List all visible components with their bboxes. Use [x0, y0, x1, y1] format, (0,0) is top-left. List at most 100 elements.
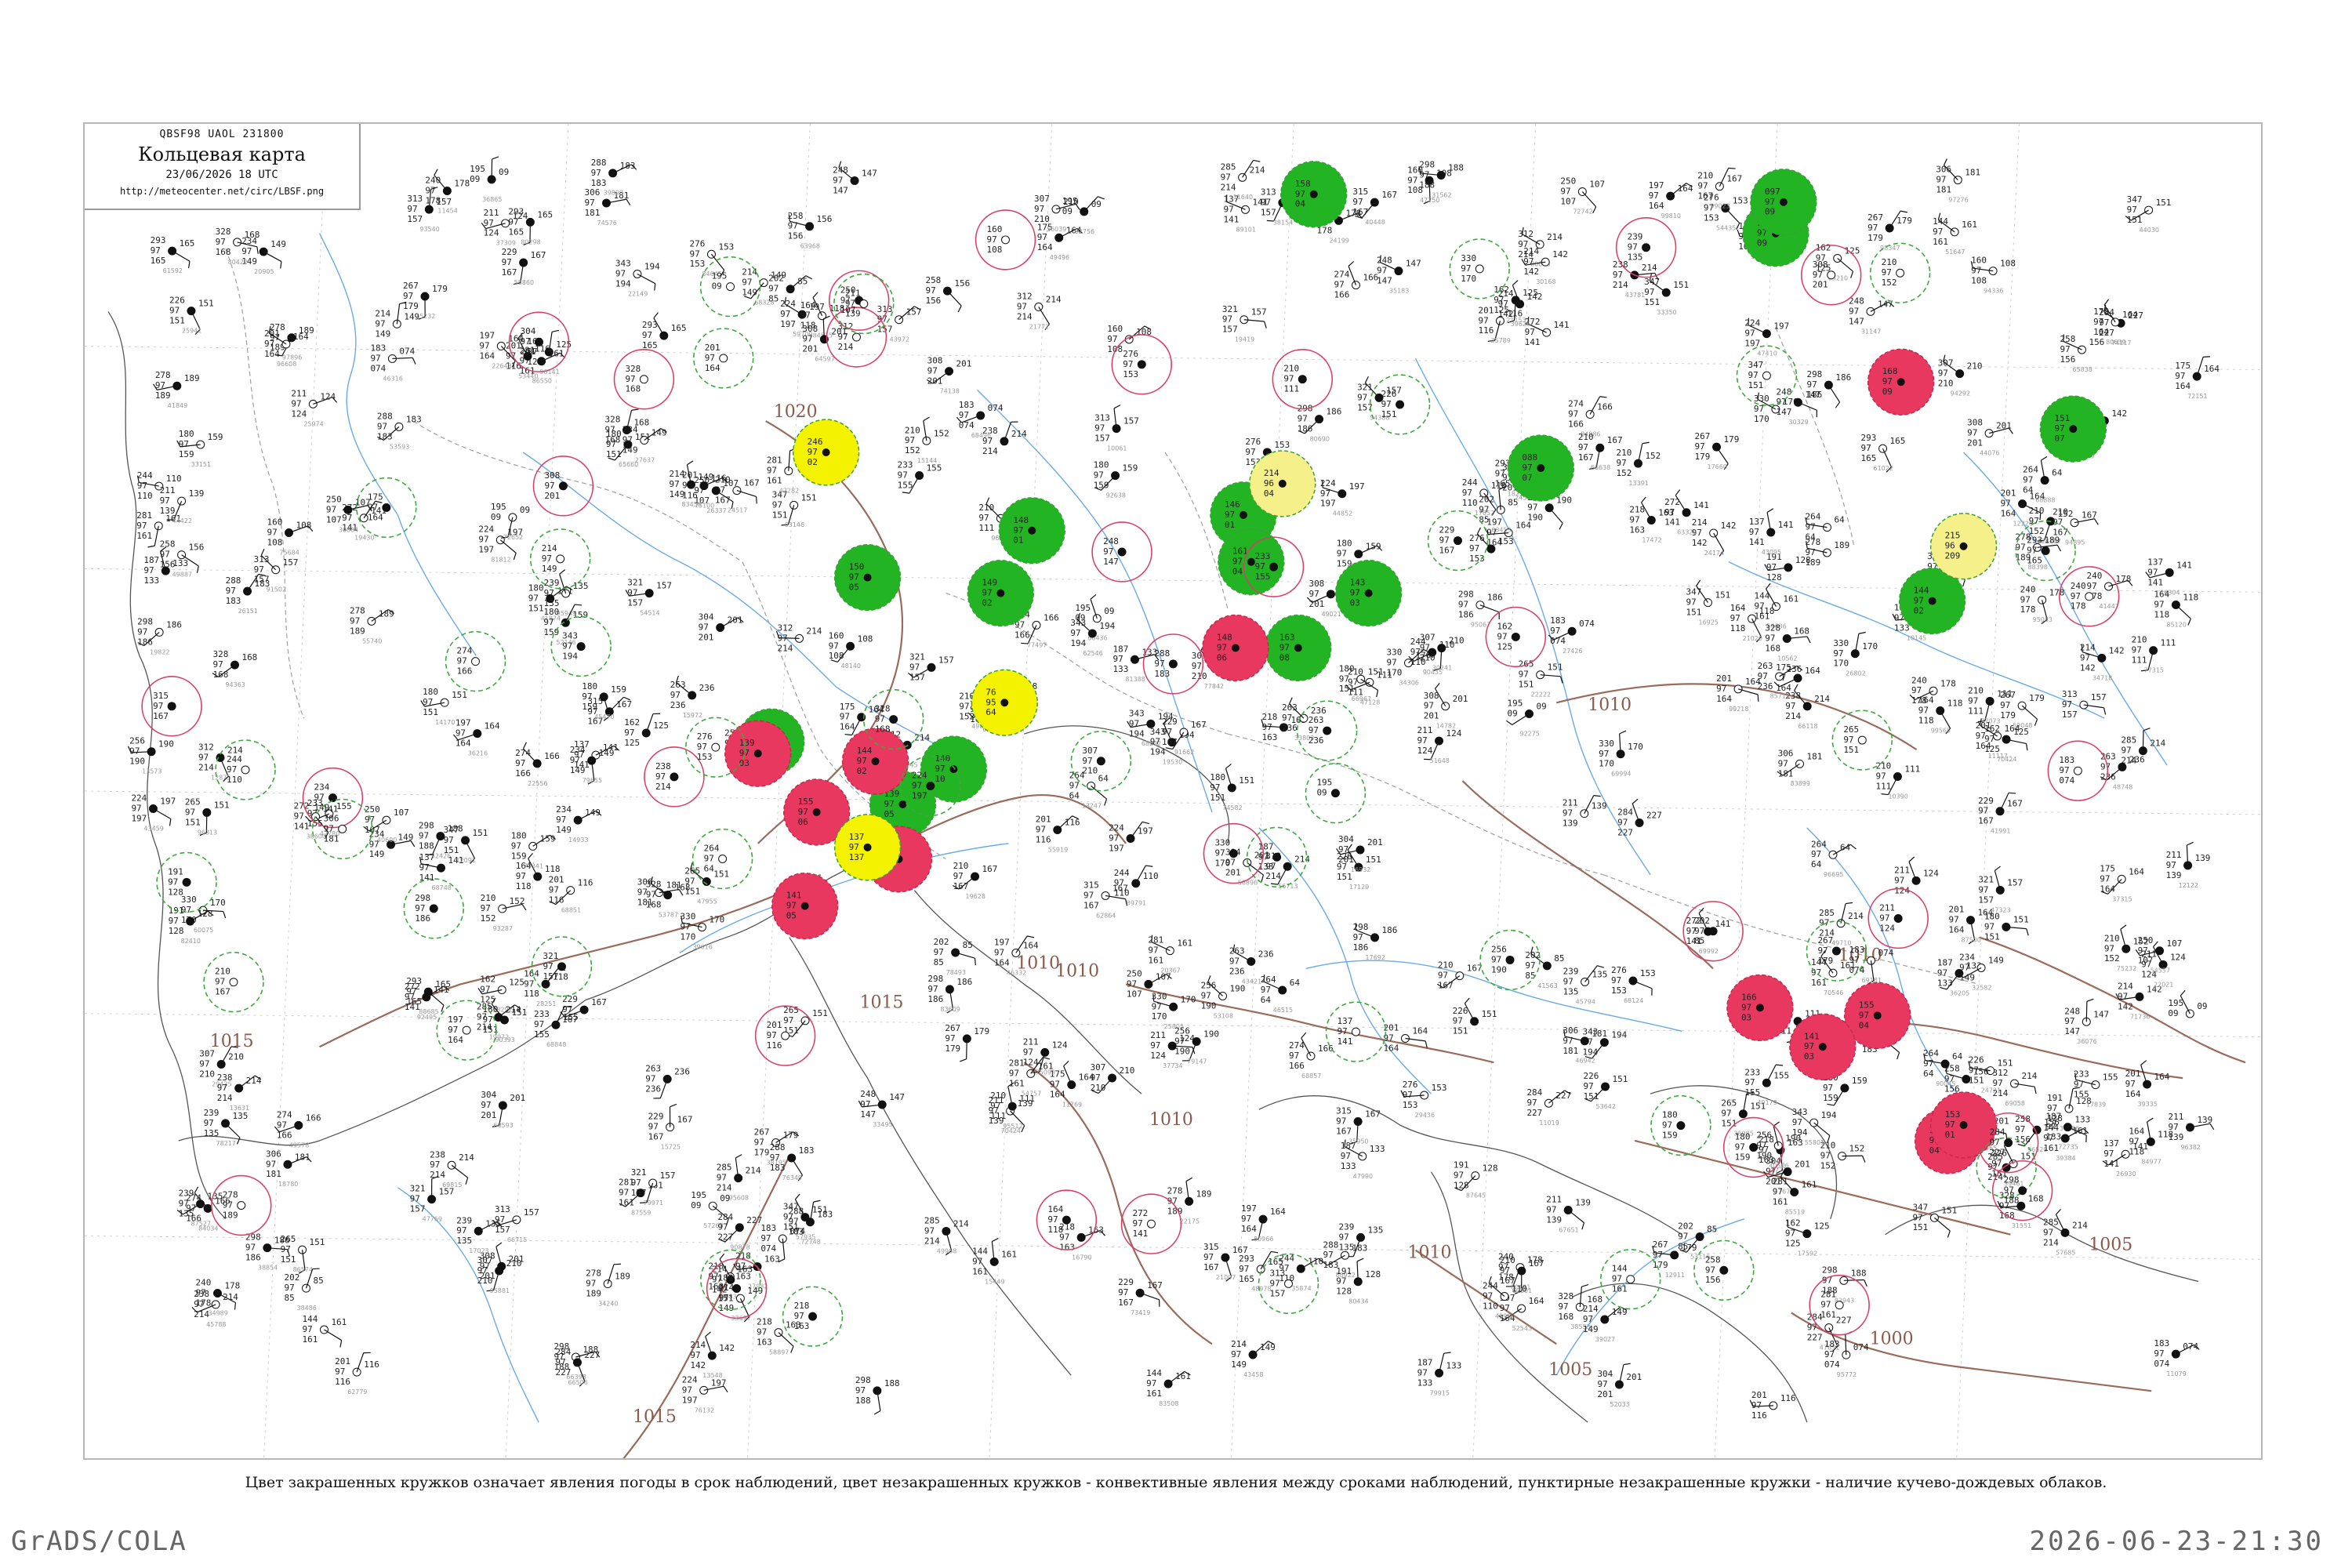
- circle-station-value: 97: [718, 1283, 728, 1293]
- station-id: 11019: [1539, 1120, 1559, 1127]
- convective-circle: 28197161: [1809, 1274, 1870, 1336]
- station-value: 179: [403, 301, 419, 311]
- wind-feather-icon: [2180, 989, 2186, 996]
- station-value: 151: [1337, 872, 1352, 882]
- station-id: 10145: [1907, 635, 1926, 642]
- station-value: 214: [246, 1076, 262, 1086]
- station-id: 60593: [493, 1122, 513, 1129]
- station-id: 62546: [1083, 650, 1102, 657]
- station-value: 141: [294, 822, 310, 832]
- station-value: 151: [1984, 931, 2000, 942]
- station-value: 149: [570, 765, 586, 775]
- station-value: 285: [2121, 735, 2136, 746]
- station-value: 278: [1167, 1185, 1183, 1196]
- station-value: 149: [375, 328, 390, 339]
- weather-circle-fog: 2469702: [792, 419, 860, 486]
- station-id: 66118: [1798, 723, 1817, 730]
- station-id: 17472: [1642, 536, 1661, 543]
- station-value: 124: [484, 228, 499, 238]
- station-cover-icon: [1298, 375, 1307, 384]
- station-value: 149: [1988, 956, 2004, 966]
- station: 27897189189: [1167, 1177, 1211, 1216]
- station-value: 97: [1678, 1232, 1688, 1242]
- wind-feather-icon: [1165, 747, 1173, 750]
- station-value: 110: [1462, 498, 1478, 508]
- station-value: 180: [1094, 460, 1109, 470]
- station-value: 159: [1852, 1076, 1867, 1086]
- station: 19797164164: [1649, 180, 1693, 211]
- station-value: 151: [511, 1007, 527, 1018]
- station-value: 201: [1424, 711, 1439, 721]
- station-value: 227: [584, 1350, 600, 1360]
- station-value: 97: [2016, 542, 2026, 552]
- station-value: 227: [1807, 1332, 1823, 1342]
- station-value: 211: [1417, 725, 1433, 735]
- station-id: 16932: [1351, 866, 1370, 873]
- station-value: 214: [1547, 232, 1563, 242]
- station-cover-icon: [808, 1312, 818, 1321]
- station-value: 224: [1320, 478, 1336, 488]
- station-id: 34989: [208, 1309, 227, 1316]
- station-value: 186: [245, 1253, 261, 1263]
- station-value: 152: [934, 428, 949, 438]
- station-cover-icon: [237, 1200, 246, 1210]
- station-id: 84034: [198, 1225, 218, 1232]
- station-value: 274: [1568, 399, 1584, 409]
- station-cover-icon: [1642, 243, 1651, 252]
- station-cover-icon: [1766, 528, 1776, 537]
- station-value: 97: [137, 481, 147, 491]
- convective-circle: 21097167: [203, 951, 264, 1013]
- station-cover-icon: [1818, 1043, 1827, 1051]
- circle-station-value: 06: [798, 817, 808, 827]
- station: 23997135135: [1563, 965, 1607, 996]
- circle-station-value: 197: [912, 790, 927, 800]
- station-value: 97: [267, 528, 278, 538]
- station-value: 97: [591, 168, 601, 178]
- station-value: 153: [718, 241, 734, 252]
- station-id: 57685: [2056, 1249, 2075, 1256]
- station-value: 298: [419, 821, 434, 831]
- station: 22997167167: [1162, 717, 1207, 750]
- wind-feather-icon: [1962, 579, 1965, 587]
- wind-feather-icon: [1225, 764, 1232, 769]
- station-id: 27426: [1563, 648, 1582, 655]
- station-cover-icon: [2070, 518, 2079, 528]
- station-value: 142: [1721, 521, 1737, 531]
- circle-station-value: 167: [215, 987, 230, 997]
- station-value: 229: [1118, 1277, 1134, 1287]
- station-value: 97: [1167, 1196, 1178, 1206]
- station-value: 274: [515, 748, 531, 758]
- circle-station-value: 163: [1279, 632, 1295, 642]
- station-value: 153: [690, 259, 706, 269]
- station-value: 97: [479, 340, 489, 350]
- circle-station-value: 139: [845, 308, 861, 318]
- circle-station-value: 03: [1804, 1051, 1814, 1062]
- station-value: 118: [1759, 606, 1775, 616]
- station-value: 151: [1366, 855, 1381, 865]
- station-id: 63326: [1677, 529, 1697, 536]
- station: 20197116116: [1749, 1390, 1796, 1421]
- station-id: 49496: [1050, 254, 1069, 261]
- circle-station-value: 97: [935, 764, 945, 774]
- station-id: 44076: [1980, 450, 1999, 457]
- weather-circle-storm: 1399703: [724, 720, 792, 787]
- circle-station-value: 146: [1225, 499, 1240, 510]
- circle-station-value: 218: [794, 1301, 810, 1311]
- station-value: 97: [291, 398, 301, 408]
- station: 28897183183: [226, 573, 270, 606]
- station-value: 97: [924, 1225, 935, 1236]
- station-value: 074: [370, 363, 386, 373]
- station-value: 97: [1526, 1098, 1537, 1108]
- circle-station-value: 164: [448, 1035, 463, 1045]
- station-value: 97: [1792, 1117, 1802, 1127]
- circle-station-value: 153: [697, 752, 713, 762]
- station-value: 181: [1807, 751, 1823, 761]
- station-id: 36205: [1950, 989, 1969, 996]
- convective-circle: 20197164: [693, 328, 754, 389]
- station: 27497166166: [515, 742, 560, 779]
- station-cover-icon: [1893, 913, 1903, 923]
- station-value: 97: [699, 622, 709, 633]
- station-value: 110: [1308, 1256, 1323, 1266]
- circle-station-value: 97: [849, 842, 859, 852]
- legend-url[interactable]: http://meteocenter.net/circ/LBSF.png: [85, 186, 359, 197]
